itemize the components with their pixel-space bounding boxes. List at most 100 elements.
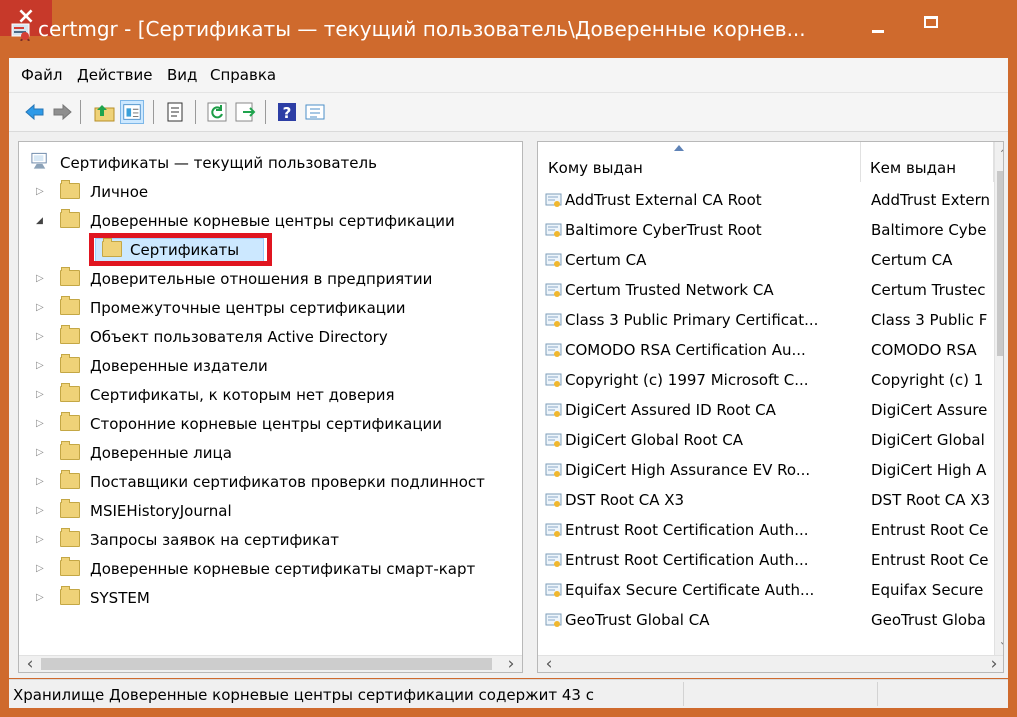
tree-item-intermediate-ca[interactable]: Промежуточные центры сертификации bbox=[19, 294, 519, 322]
issued-to-cell: DigiCert Global Root CA bbox=[565, 431, 744, 449]
expand-icon[interactable] bbox=[36, 448, 46, 458]
tree-item-label: Сертификаты, к которым нет доверия bbox=[90, 386, 395, 404]
expand-icon[interactable] bbox=[36, 419, 46, 429]
expand-icon[interactable] bbox=[36, 506, 46, 516]
table-row[interactable]: DigiCert Assured ID Root CA DigiCert Ass… bbox=[538, 395, 991, 425]
issued-to-cell: Copyright (c) 1997 Microsoft C... bbox=[565, 371, 809, 389]
expand-icon[interactable] bbox=[36, 593, 46, 603]
issued-by-cell: Entrust Root Ce bbox=[871, 551, 989, 569]
list-vertical-scroll-thumb[interactable] bbox=[997, 171, 1003, 356]
tree-item-label: Запросы заявок на сертификат bbox=[90, 531, 340, 549]
table-row[interactable]: Equifax Secure Certificate Auth... Equif… bbox=[538, 575, 991, 605]
tree-item-label: Доверенные издатели bbox=[90, 357, 268, 375]
tree-root-item[interactable]: Сертификаты — текущий пользователь bbox=[19, 149, 519, 177]
column-header-issued-by[interactable]: Кем выдан bbox=[861, 142, 994, 182]
tree-pane[interactable]: Сертификаты — текущий пользователь Лично… bbox=[18, 141, 523, 673]
tree-item-system[interactable]: SYSTEM bbox=[19, 584, 519, 612]
help-icon[interactable]: ? bbox=[275, 100, 299, 124]
properties-icon[interactable] bbox=[163, 100, 187, 124]
scroll-up-icon[interactable]: ⌃ bbox=[995, 142, 1003, 167]
refresh-icon[interactable] bbox=[205, 100, 229, 124]
table-row[interactable]: Certum CA Certum CA bbox=[538, 245, 991, 275]
table-row[interactable]: Entrust Root Certification Auth... Entru… bbox=[538, 515, 991, 545]
tree-item-untrusted-certificates[interactable]: Сертификаты, к которым нет доверия bbox=[19, 381, 519, 409]
red-highlight-box bbox=[89, 233, 272, 266]
up-folder-icon[interactable] bbox=[93, 100, 117, 124]
back-icon[interactable] bbox=[23, 100, 47, 124]
tree-horizontal-scroll-thumb[interactable] bbox=[41, 658, 492, 670]
table-row[interactable]: Entrust Root Certification Auth... Entru… bbox=[538, 545, 991, 575]
expand-icon[interactable] bbox=[36, 187, 46, 197]
tree-item-trusted-people[interactable]: Доверенные лица bbox=[19, 439, 519, 467]
issued-to-cell: Certum CA bbox=[565, 251, 647, 269]
table-row[interactable]: DigiCert High Assurance EV Ro... DigiCer… bbox=[538, 455, 991, 485]
status-divider bbox=[683, 682, 684, 706]
show-hide-tree-icon[interactable] bbox=[120, 100, 144, 124]
export-list-icon[interactable] bbox=[233, 100, 257, 124]
menu-action[interactable]: Действие bbox=[77, 66, 153, 84]
scroll-left-icon[interactable]: ‹ bbox=[19, 656, 41, 673]
issued-by-cell: Equifax Secure bbox=[871, 581, 984, 599]
tree-item-msie-history-journal[interactable]: MSIEHistoryJournal bbox=[19, 497, 519, 525]
expand-icon[interactable] bbox=[36, 361, 46, 371]
menu-help[interactable]: Справка bbox=[210, 66, 276, 84]
maximize-button[interactable] bbox=[916, 8, 946, 42]
folder-icon bbox=[60, 296, 80, 315]
scroll-right-icon[interactable]: › bbox=[983, 656, 1003, 673]
issued-to-cell: GeoTrust Global CA bbox=[565, 611, 710, 629]
column-header-issued-to[interactable]: Кому выдан bbox=[538, 142, 861, 182]
certificate-list-pane[interactable]: Кому выдан Кем выдан AddTrust External C… bbox=[537, 141, 1004, 673]
certmgr-app-icon bbox=[11, 23, 30, 41]
list-vertical-scrollbar[interactable]: ⌃ ⌄ bbox=[994, 142, 1003, 655]
tree-item-trusted-root[interactable]: Доверенные корневые центры сертификации bbox=[19, 207, 519, 235]
tree-item-third-party-root-ca[interactable]: Сторонние корневые центры сертификации bbox=[19, 410, 519, 438]
menu-file[interactable]: Файл bbox=[21, 66, 62, 84]
scroll-down-icon[interactable]: ⌄ bbox=[995, 629, 1003, 654]
toolbar-separator bbox=[80, 100, 81, 124]
tree-item-certificates-selected[interactable]: Сертификаты bbox=[19, 233, 519, 266]
toolbar-separator bbox=[265, 100, 266, 124]
forward-icon[interactable] bbox=[50, 100, 74, 124]
table-row[interactable]: DigiCert Global Root CA DigiCert Global bbox=[538, 425, 991, 455]
tree-item-smart-card-trusted-roots[interactable]: Доверенные корневые сертификаты смарт-ка… bbox=[19, 555, 519, 583]
expand-icon[interactable] bbox=[36, 477, 46, 487]
table-row[interactable]: Class 3 Public Primary Certificat... Cla… bbox=[538, 305, 991, 335]
menu-view[interactable]: Вид bbox=[167, 66, 197, 84]
title-bar[interactable]: certmgr - [Сертификаты — текущий пользов… bbox=[0, 0, 1017, 58]
expand-icon[interactable] bbox=[36, 274, 46, 284]
issued-to-cell: DST Root CA X3 bbox=[565, 491, 685, 509]
folder-icon bbox=[60, 470, 80, 489]
issued-by-cell: COMODO RSA bbox=[871, 341, 977, 359]
expand-icon[interactable] bbox=[36, 303, 46, 313]
minimize-button[interactable] bbox=[866, 8, 892, 42]
expand-icon[interactable] bbox=[36, 535, 46, 545]
table-row[interactable]: Copyright (c) 1997 Microsoft C... Copyri… bbox=[538, 365, 991, 395]
tree-item-active-directory-user-object[interactable]: Объект пользователя Active Directory bbox=[19, 323, 519, 351]
scroll-left-icon[interactable]: ‹ bbox=[538, 656, 560, 673]
expand-icon[interactable] bbox=[36, 390, 46, 400]
certificate-icon bbox=[545, 373, 562, 387]
tree-item-enterprise-trust[interactable]: Доверительные отношения в предприятии bbox=[19, 265, 519, 293]
table-row[interactable]: COMODO RSA Certification Au... COMODO RS… bbox=[538, 335, 991, 365]
tree-item-personal[interactable]: Личное bbox=[19, 178, 519, 206]
table-row[interactable]: Certum Trusted Network CA Certum Trustec bbox=[538, 275, 991, 305]
tree-item-trusted-publishers[interactable]: Доверенные издатели bbox=[19, 352, 519, 380]
issued-by-cell: GeoTrust Globa bbox=[871, 611, 986, 629]
table-row[interactable]: DST Root CA X3 DST Root CA X3 bbox=[538, 485, 991, 515]
expand-icon[interactable] bbox=[36, 564, 46, 574]
certificate-store-icon bbox=[31, 152, 47, 169]
tree-horizontal-scrollbar[interactable]: ‹ › bbox=[19, 655, 522, 673]
tree-item-certificate-enrollment-requests[interactable]: Запросы заявок на сертификат bbox=[19, 526, 519, 554]
list-horizontal-scrollbar[interactable]: ‹ › bbox=[538, 655, 1003, 673]
scroll-right-icon[interactable]: › bbox=[500, 656, 522, 673]
status-bar: Хранилище Доверенные корневые центры сер… bbox=[9, 679, 1008, 708]
certificate-icon bbox=[545, 403, 562, 417]
table-row[interactable]: GeoTrust Global CA GeoTrust Globa bbox=[538, 605, 991, 635]
table-row[interactable]: AddTrust External CA Root AddTrust Exter… bbox=[538, 185, 991, 215]
table-row[interactable]: Baltimore CyberTrust Root Baltimore Cybe bbox=[538, 215, 991, 245]
expand-icon[interactable] bbox=[36, 332, 46, 342]
view-icon[interactable] bbox=[303, 100, 327, 124]
tree-item-client-authentication-issuers[interactable]: Поставщики сертификатов проверки подлинн… bbox=[19, 468, 519, 496]
collapse-icon[interactable] bbox=[36, 216, 46, 226]
certificate-icon bbox=[545, 343, 562, 357]
